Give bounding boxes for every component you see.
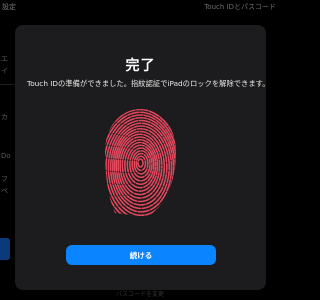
selected-sidebar-item — [0, 238, 10, 260]
completion-modal: 完了 Touch IDの準備ができました。指紋認証でiPadのロックを解除できま… — [15, 25, 270, 290]
background-change-passcode: パスコードを変更 — [115, 291, 164, 298]
sidebar-fragment: エ — [1, 55, 8, 63]
sidebar-divider — [0, 84, 14, 85]
background-header: 設定 Touch IDとパスコード — [0, 0, 280, 14]
sidebar-fragment: フ — [1, 175, 8, 183]
fingerprint-icon — [105, 109, 176, 217]
fingerprint-ridge — [137, 158, 144, 168]
back-label: 設定 — [2, 3, 16, 11]
sidebar-fragment: Do — [1, 152, 11, 160]
sidebar-fragment: ペ — [1, 187, 8, 195]
modal-message: Touch IDの準備ができました。指紋認証でiPadのロックを解除できます。 — [27, 79, 270, 88]
sidebar-fragment: イ — [1, 67, 8, 75]
modal-title: 完了 — [125, 58, 156, 74]
continue-button[interactable]: 続ける — [66, 245, 216, 265]
background-page-title: Touch IDとパスコード — [204, 3, 276, 11]
sidebar-fragment: カ — [1, 113, 8, 121]
